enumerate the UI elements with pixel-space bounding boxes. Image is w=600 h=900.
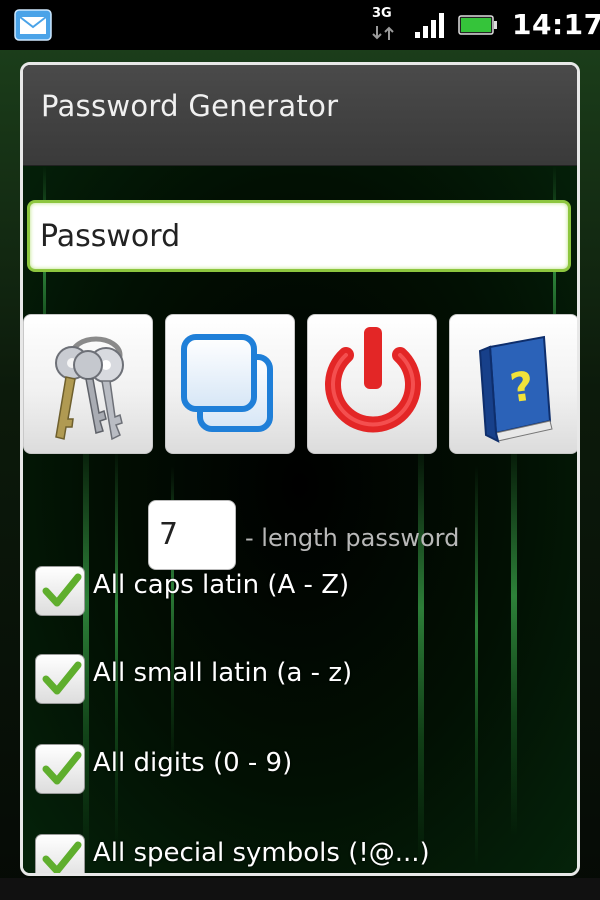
mail-notification-icon[interactable] [14,9,52,41]
option-label: All digits (0 - 9) [93,748,293,778]
check-icon [42,841,82,873]
status-bar: 3G 14:17 [0,0,600,50]
help-book-icon: ? [478,335,553,443]
exit-button[interactable] [307,314,437,454]
dialog-title: Password Generator [41,89,339,123]
option-label: All special symbols (!@...) [93,838,430,868]
dialog-title-bar: Password Generator [23,65,577,166]
check-icon [42,751,82,785]
signal-strength-icon [415,13,444,38]
password-generator-dialog: Password Generator Password ? 7 - length… [20,62,580,876]
length-input[interactable] [159,511,225,557]
option-special-symbols[interactable]: All special symbols (!@...) [35,834,555,873]
option-all-small[interactable]: All small latin (a - z) [35,654,555,712]
checkbox[interactable] [35,566,85,616]
help-button[interactable]: ? [449,314,577,454]
keys-button[interactable] [23,314,153,454]
option-all-digits[interactable]: All digits (0 - 9) [35,744,555,802]
checkbox[interactable] [35,654,85,704]
power-icon [325,327,421,433]
check-icon [42,573,82,607]
network-type-label: 3G [372,6,392,21]
copy-icon [181,334,273,432]
dialog-content: ? - length password All caps latin (A - … [23,166,577,873]
option-label: All caps latin (A - Z) [93,570,350,600]
checkbox[interactable] [35,834,85,873]
password-field[interactable] [27,200,571,272]
network-3g-icon: 3G [372,6,398,42]
length-field[interactable] [148,500,236,570]
option-all-caps[interactable]: All caps latin (A - Z) [35,566,555,624]
password-input[interactable] [40,211,560,261]
battery-icon [458,15,497,35]
copy-button[interactable] [165,314,295,454]
length-label: - length password [245,524,460,552]
check-icon [42,661,82,695]
checkbox[interactable] [35,744,85,794]
bottom-edge [0,878,600,900]
clock: 14:17 [512,8,600,41]
keys-icon [55,336,124,441]
option-label: All small latin (a - z) [93,658,353,688]
